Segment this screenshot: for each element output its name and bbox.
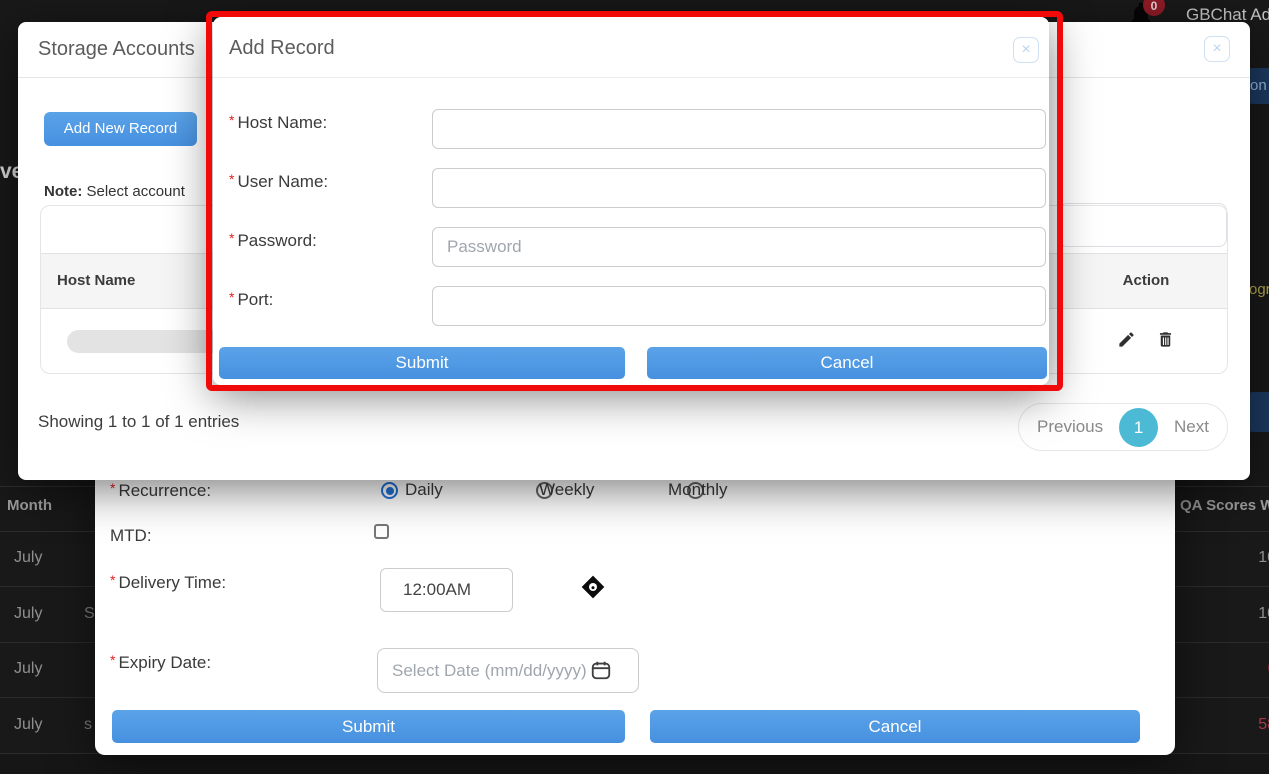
delete-icon[interactable] xyxy=(1156,330,1175,349)
score-cell: 10 xyxy=(1228,549,1269,567)
action-column-header: Action xyxy=(1065,272,1227,289)
password-input[interactable] xyxy=(432,227,1046,267)
page-1-button[interactable]: 1 xyxy=(1119,408,1158,447)
background-blue-button-fragment[interactable] xyxy=(1247,392,1269,432)
required-mark: * xyxy=(110,572,115,588)
host-name-label: *Host Name: xyxy=(229,112,327,133)
qa-scores-column-header: QA Scores W xyxy=(1180,497,1269,514)
previous-page-button[interactable]: Previous xyxy=(1037,417,1103,437)
radio-daily[interactable] xyxy=(381,482,398,499)
month-column-header: Month xyxy=(7,497,52,514)
password-label: *Password: xyxy=(229,230,317,251)
required-mark: * xyxy=(229,171,234,187)
background-link-fragment: ogr xyxy=(1249,281,1269,298)
host-name-input[interactable] xyxy=(432,109,1046,149)
radio-monthly-label[interactable]: Monthly xyxy=(668,480,728,500)
month-cell: July xyxy=(14,605,42,623)
note-text: Note: Select account xyxy=(44,183,185,200)
time-picker-icon[interactable] xyxy=(582,576,605,599)
required-mark: * xyxy=(229,289,234,305)
close-icon[interactable]: × xyxy=(1204,36,1230,62)
close-icon[interactable]: × xyxy=(1013,37,1039,63)
add-record-modal: Add Record × *Host Name: *User Name: *Pa… xyxy=(213,17,1049,385)
calendar-icon[interactable] xyxy=(590,659,612,686)
recurrence-label: *Recurrence: xyxy=(110,480,211,501)
month-cell: July xyxy=(14,716,42,734)
port-input[interactable] xyxy=(432,286,1046,326)
add-record-submit-button[interactable]: Submit xyxy=(219,347,625,379)
radio-weekly-label[interactable]: Weekly xyxy=(539,480,594,500)
schedule-submit-button[interactable]: Submit xyxy=(112,710,625,743)
notification-badge: 0 xyxy=(1143,0,1165,16)
background-button-fragment[interactable]: on xyxy=(1247,68,1269,104)
storage-modal-title: Storage Accounts xyxy=(38,38,195,61)
add-record-header: Add Record × xyxy=(213,17,1049,78)
host-name-column-header: Host Name xyxy=(57,272,135,289)
user-name-label: *User Name: xyxy=(229,171,328,192)
user-name-input[interactable] xyxy=(432,168,1046,208)
required-mark: * xyxy=(229,112,234,128)
mid-cell: S xyxy=(84,605,95,623)
score-cell: 58 xyxy=(1228,716,1269,734)
delivery-time-label: *Delivery Time: xyxy=(110,572,226,593)
score-cell: 10 xyxy=(1228,605,1269,623)
schedule-form-modal: *Recurrence: Daily Weekly Monthly MTD: *… xyxy=(95,448,1175,755)
mtd-label: MTD: xyxy=(110,526,152,546)
delivery-time-input[interactable] xyxy=(380,568,513,612)
port-label: *Port: xyxy=(229,289,273,310)
add-record-cancel-button[interactable]: Cancel xyxy=(647,347,1047,379)
add-record-title: Add Record xyxy=(229,37,335,60)
add-new-record-button[interactable]: Add New Record xyxy=(44,112,197,146)
background-band xyxy=(0,753,1269,774)
expiry-date-label: *Expiry Date: xyxy=(110,652,211,673)
schedule-cancel-button[interactable]: Cancel xyxy=(650,710,1140,743)
edit-icon[interactable] xyxy=(1117,330,1136,349)
required-mark: * xyxy=(229,230,234,246)
required-mark: * xyxy=(110,480,115,496)
next-page-button[interactable]: Next xyxy=(1174,417,1209,437)
mtd-checkbox[interactable] xyxy=(374,524,389,539)
month-cell: July xyxy=(14,549,42,567)
score-cell: 6 xyxy=(1228,660,1269,678)
required-mark: * xyxy=(110,652,115,668)
showing-entries-text: Showing 1 to 1 of 1 entries xyxy=(38,412,239,432)
pagination: Previous 1 Next xyxy=(1018,403,1228,451)
note-label: Note: xyxy=(44,183,82,200)
host-name-redacted-value xyxy=(67,330,224,353)
mid-cell: s xyxy=(84,716,95,734)
radio-daily-label[interactable]: Daily xyxy=(405,480,443,500)
month-cell: July xyxy=(14,660,42,678)
